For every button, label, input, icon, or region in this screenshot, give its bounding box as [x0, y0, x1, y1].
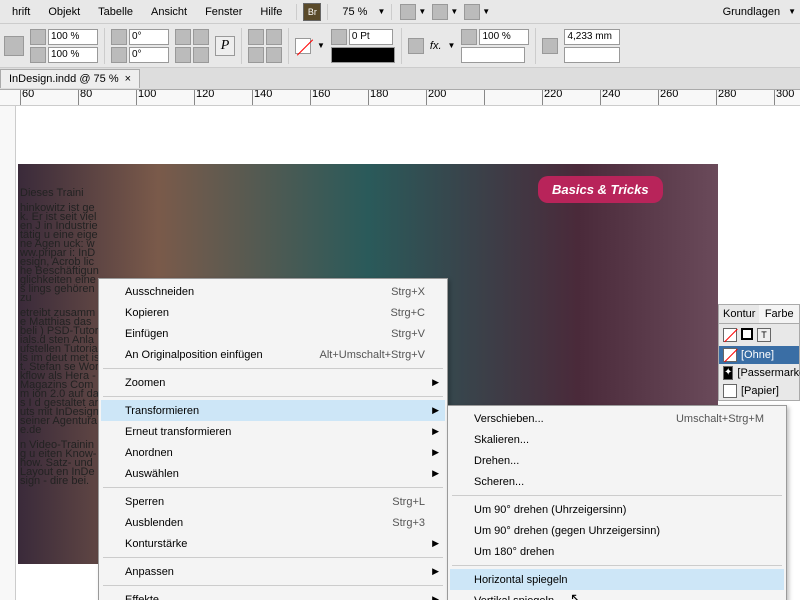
format-text-icon[interactable]: T [757, 328, 771, 342]
context-menu-item[interactable]: AusblendenStrg+3 [101, 512, 445, 533]
panel-tab-kontur[interactable]: Kontur [719, 305, 759, 323]
context-menu-item[interactable]: An Originalposition einfügenAlt+Umschalt… [101, 344, 445, 365]
opacity-icon [461, 29, 477, 45]
horizontal-ruler: 6080100120140160180200220240260280300 [0, 90, 800, 106]
vertical-ruler [0, 106, 16, 600]
context-menu-item[interactable]: SperrenStrg+L [101, 491, 445, 512]
document-tab-bar: InDesign.indd @ 75 % × [0, 68, 800, 90]
body-text: Dieses Trainihinkowitz ist gek. Er ist s… [20, 189, 100, 492]
scale-x-input[interactable] [48, 29, 98, 45]
select-next-icon[interactable] [266, 47, 282, 63]
context-menu-item[interactable]: Zoomen▶ [101, 372, 445, 393]
menubar: hrift Objekt Tabelle Ansicht Fenster Hil… [0, 0, 800, 24]
stroke-weight-input[interactable] [349, 29, 393, 45]
submenu-item[interactable]: Verschieben...Umschalt+Strg+M [450, 408, 784, 429]
fill-proxy-icon[interactable] [723, 328, 737, 342]
submenu-item[interactable]: Vertikal spiegeln [450, 590, 784, 600]
menu-objekt[interactable]: Objekt [40, 3, 88, 21]
corner-select[interactable] [564, 47, 620, 63]
rotate-input[interactable] [129, 29, 169, 45]
screen-mode-icon[interactable]: ▼ [398, 2, 428, 22]
control-panel: P ▼ fx. ▼ [0, 24, 800, 68]
drop-shadow-icon[interactable] [408, 38, 424, 54]
opacity-input[interactable] [479, 29, 529, 45]
submenu-item[interactable]: Skalieren... [450, 429, 784, 450]
submenu-item[interactable]: Drehen... [450, 450, 784, 471]
stroke-weight-icon [331, 29, 347, 45]
close-icon[interactable]: × [125, 73, 131, 85]
p-icon[interactable]: P [215, 36, 235, 56]
swatches-panel[interactable]: Kontur Farbe T [Ohne]✦[Passermarke[Papie… [718, 304, 800, 401]
bridge-icon[interactable]: Br [303, 3, 321, 21]
document-tab-label: InDesign.indd @ 75 % [9, 73, 119, 85]
context-menu-item[interactable]: EinfügenStrg+V [101, 323, 445, 344]
select-prev-icon[interactable] [266, 29, 282, 45]
context-menu-item[interactable]: Anordnen▶ [101, 442, 445, 463]
context-menu: AusschneidenStrg+XKopierenStrg+CEinfügen… [98, 278, 448, 600]
context-menu-item[interactable]: Auswählen▶ [101, 463, 445, 484]
arrange-docs-icon[interactable]: ▼ [430, 2, 460, 22]
menu-fenster[interactable]: Fenster [197, 3, 250, 21]
submenu-item[interactable]: Horizontal spiegeln [450, 569, 784, 590]
swatch-row[interactable]: [Papier] [719, 382, 799, 400]
menu-hrift[interactable]: hrift [4, 3, 38, 21]
context-menu-item[interactable]: Effekte▶ [101, 589, 445, 600]
shear-input[interactable] [129, 47, 169, 63]
stroke-proxy-icon[interactable] [741, 328, 753, 340]
swatch-row[interactable]: ✦[Passermarke [719, 364, 799, 382]
mm-input[interactable] [564, 29, 620, 45]
stroke-style-select[interactable] [331, 47, 395, 63]
flip-v-icon[interactable] [193, 47, 209, 63]
submenu-item[interactable]: Scheren... [450, 471, 784, 492]
flip-h-icon[interactable] [175, 47, 191, 63]
rotate-icon [111, 29, 127, 45]
blend-mode-select[interactable] [461, 47, 525, 63]
rotate-ccw-icon[interactable] [193, 29, 209, 45]
menu-hilfe[interactable]: Hilfe [252, 3, 290, 21]
submenu-item[interactable]: Um 180° drehen [450, 541, 784, 562]
submenu-item[interactable]: Um 90° drehen (Uhrzeigersinn) [450, 499, 784, 520]
menu-ansicht[interactable]: Ansicht [143, 3, 195, 21]
view-options-icon[interactable]: ▼ [462, 2, 492, 22]
context-menu-item[interactable]: Konturstärke▶ [101, 533, 445, 554]
select-container-icon[interactable] [248, 29, 264, 45]
text-wrap-icon[interactable] [542, 38, 558, 54]
reference-point-icon[interactable] [4, 36, 24, 56]
swatch-row[interactable]: [Ohne] [719, 346, 799, 364]
document-tab[interactable]: InDesign.indd @ 75 % × [0, 69, 140, 88]
submenu-item[interactable]: Um 90° drehen (gegen Uhrzeigersinn) [450, 520, 784, 541]
transform-submenu: Verschieben...Umschalt+Strg+MSkalieren..… [447, 405, 787, 600]
zoom-level[interactable]: 75 % [334, 6, 375, 18]
context-menu-item[interactable]: AusschneidenStrg+X [101, 281, 445, 302]
scale-x-icon [30, 29, 46, 45]
context-menu-item[interactable]: KopierenStrg+C [101, 302, 445, 323]
panel-tab-farbe[interactable]: Farbe [759, 305, 799, 323]
fill-swatch-icon[interactable] [295, 38, 311, 54]
shear-icon [111, 47, 127, 63]
menu-tabelle[interactable]: Tabelle [90, 3, 141, 21]
workspace-switcher[interactable]: Grundlagen [723, 6, 781, 18]
context-menu-item[interactable]: Erneut transformieren▶ [101, 421, 445, 442]
context-menu-item[interactable]: Anpassen▶ [101, 561, 445, 582]
select-content-icon[interactable] [248, 47, 264, 63]
context-menu-item[interactable]: Transformieren▶ [101, 400, 445, 421]
canvas[interactable]: Basics & Tricks ▬▬▬▬▬▬▬▬ 12 h Video-Trai… [0, 106, 800, 600]
basics-tricks-badge: Basics & Tricks [538, 176, 663, 203]
scale-y-icon [30, 47, 46, 63]
fx-button[interactable]: fx. [430, 40, 442, 52]
rotate-cw-icon[interactable] [175, 29, 191, 45]
scale-y-input[interactable] [48, 47, 98, 63]
